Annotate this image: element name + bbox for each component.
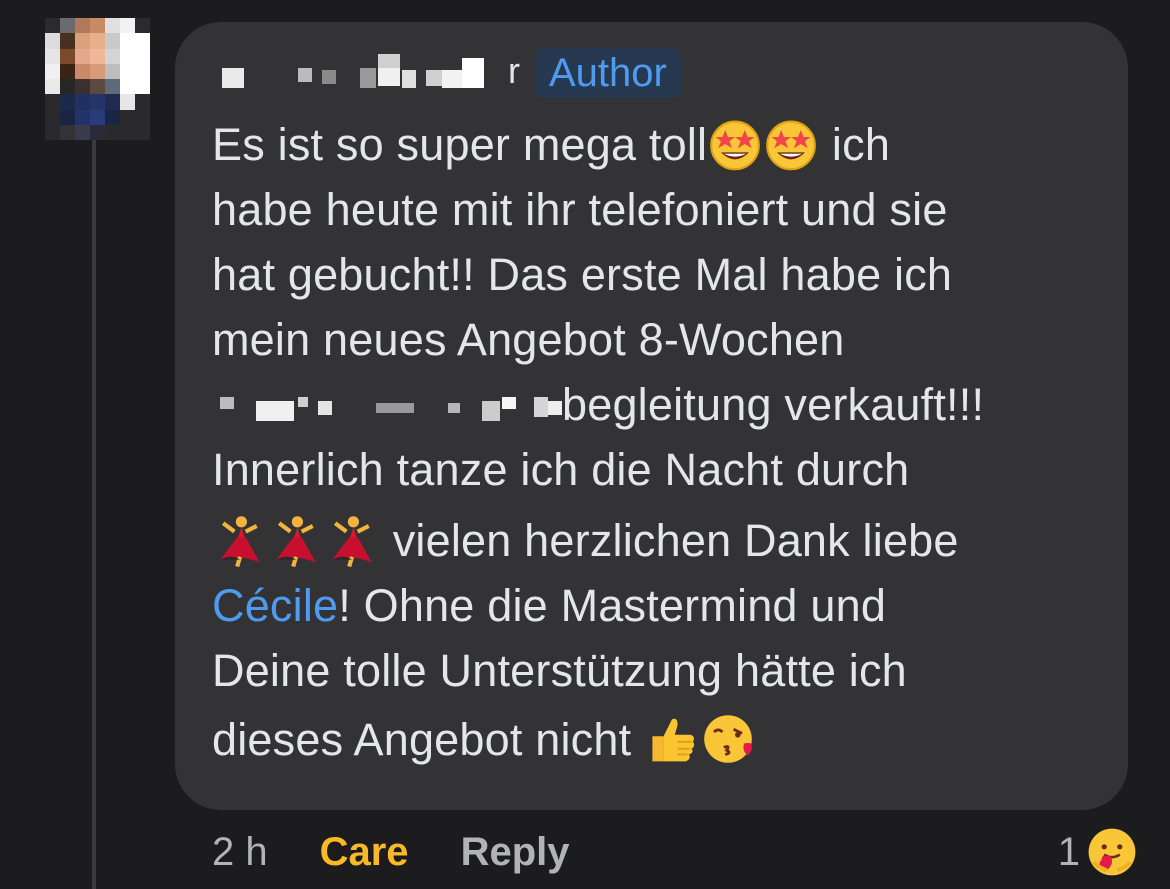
comment-actions: 2 h Care Reply xyxy=(212,822,570,882)
redacted-author-name xyxy=(210,48,508,100)
author-name[interactable]: r xyxy=(210,48,520,100)
mention-link[interactable]: Cécile xyxy=(212,580,338,631)
star-struck-emoji-icon xyxy=(710,120,761,171)
woman-dancing-emoji-icon xyxy=(332,516,372,568)
comment-text-line: ich xyxy=(819,119,891,170)
comment-text-line: Innerlich tanze ich die Nacht durch xyxy=(212,444,910,495)
reaction-count[interactable]: 1 xyxy=(1058,822,1138,882)
comment-text-line: hat gebucht!! Das erste Mal habe ich xyxy=(212,249,953,300)
timestamp[interactable]: 2 h xyxy=(212,830,268,875)
comment-text-line: Deine tolle Unterstützung hätte ich xyxy=(212,645,907,696)
woman-dancing-emoji-icon xyxy=(220,516,260,568)
author-badge: Author xyxy=(535,48,681,98)
author-name-tail: r xyxy=(508,50,520,91)
comment-text-line: ! Ohne die Mastermind und xyxy=(338,580,887,631)
avatar[interactable] xyxy=(45,18,150,140)
comment-text-line: Es ist so super mega toll xyxy=(212,119,708,170)
care-reaction-button[interactable]: Care xyxy=(320,830,409,875)
thumbs-up-emoji-icon xyxy=(652,718,695,762)
comment-text-line: mein neues Angebot 8-Wochen xyxy=(212,314,845,365)
woman-dancing-emoji-icon xyxy=(276,516,316,568)
comment-text-line: vielen herzlichen Dank liebe xyxy=(380,515,959,566)
star-struck-emoji-icon xyxy=(766,120,817,171)
reply-button[interactable]: Reply xyxy=(461,830,570,875)
comment-text: Es ist so super mega toll ich habe heute… xyxy=(212,112,1112,772)
comment-text-line: habe heute mit ihr telefoniert und sie xyxy=(212,184,948,235)
care-reaction-icon xyxy=(1088,828,1136,876)
comment-text-line: dieses Angebot nicht xyxy=(212,714,632,765)
thread-line xyxy=(92,140,96,889)
comment-text-line: begleitung verkauft!!! xyxy=(562,379,985,430)
reaction-count-number: 1 xyxy=(1057,829,1080,874)
kissing-face-with-heart-icon xyxy=(704,715,752,763)
redacted-text xyxy=(212,383,562,433)
